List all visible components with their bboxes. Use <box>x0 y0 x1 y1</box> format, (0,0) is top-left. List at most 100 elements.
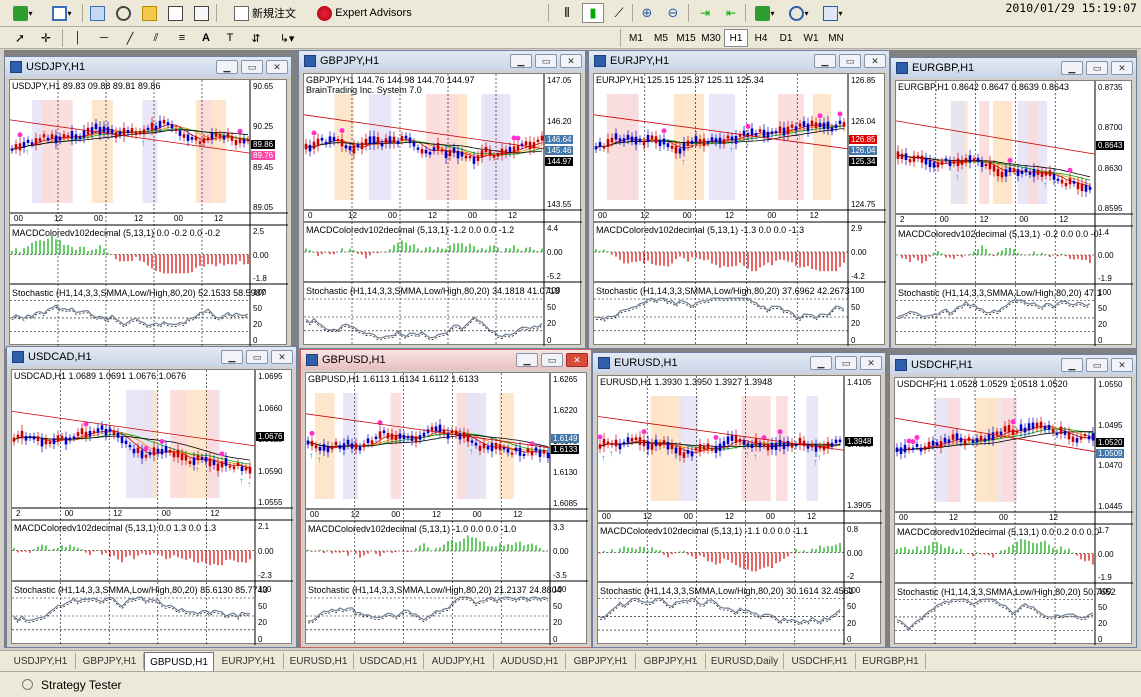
chart-window[interactable]: USDJPY,H1 ▁ ▭ ✕ ↑ ↑ USDJPY,H1 89.83 09.88 89.8… <box>4 56 292 349</box>
window-titlebar[interactable]: GBPUSD,H1 ▁ ▭ ✕ <box>301 350 591 370</box>
chart-canvas[interactable]: ↑ ↑ ↑ ↑ EURJPY,H1 125.15 125.37 125.11 125.3… <box>593 73 886 346</box>
channel-tool[interactable]: ⫽ <box>146 28 166 48</box>
text-tool[interactable]: A <box>196 28 216 48</box>
window-titlebar[interactable]: EURGBP,H1 ▁ ▭ ✕ <box>891 58 1136 78</box>
candlestick-button[interactable]: ▮ <box>582 3 604 23</box>
timeframe-m30[interactable]: M30 <box>699 29 723 47</box>
timeframe-m15[interactable]: M15 <box>674 29 698 47</box>
close-button[interactable]: ✕ <box>1111 358 1133 372</box>
maximize-button[interactable]: ▭ <box>835 356 857 370</box>
tester-button[interactable] <box>190 3 212 23</box>
vertical-line-tool[interactable]: │ <box>68 28 88 48</box>
chart-canvas[interactable]: USDCHF,H1 1.0528 1.0529 1.0518 1.0520 1.0… <box>894 377 1133 645</box>
minimize-button[interactable]: ▁ <box>221 350 243 364</box>
maximize-button[interactable]: ▭ <box>541 353 563 367</box>
fibonacci-tool[interactable]: ≡ <box>172 28 192 48</box>
timeframe-m5[interactable]: M5 <box>649 29 673 47</box>
trendline-tool[interactable]: ╱ <box>120 28 140 48</box>
navigator-button[interactable] <box>112 3 134 23</box>
chart-tab[interactable]: GBPJPY,H1 <box>76 653 144 669</box>
chart-tab[interactable]: USDCHF,H1 <box>784 653 856 669</box>
bar-chart-button[interactable]: ⫴ <box>556 3 578 23</box>
timeframe-d1[interactable]: D1 <box>774 29 798 47</box>
minimize-button[interactable]: ▁ <box>810 356 832 370</box>
timeframe-h4[interactable]: H4 <box>749 29 773 47</box>
maximize-button[interactable]: ▭ <box>1086 358 1108 372</box>
expert-advisors-button[interactable]: Expert Advisors <box>312 3 417 23</box>
window-titlebar[interactable]: GBPJPY,H1 ▁ ▭ ✕ <box>299 51 585 71</box>
timeframe-w1[interactable]: W1 <box>799 29 823 47</box>
chart-window[interactable]: USDCAD,H1 ▁ ▭ ✕ ↑ ↑ ↑ USDCAD,H1 1.0689 1.0691 1… <box>6 346 297 648</box>
market-watch-button[interactable] <box>86 3 108 23</box>
label-tool[interactable]: T <box>220 28 240 48</box>
chart-canvas[interactable]: ↑ GBPJPY,H1 144.76 144.98 144.70 144.97 Br… <box>303 73 582 346</box>
minimize-button[interactable]: ▁ <box>814 54 836 68</box>
maximize-button[interactable]: ▭ <box>535 54 557 68</box>
chart-window[interactable]: EURGBP,H1 ▁ ▭ ✕ ↑ ↑ EURGBP,H1 0.8642 0.8647 0.… <box>890 57 1137 349</box>
chart-tab[interactable]: EURJPY,H1 <box>214 653 284 669</box>
chart-tab[interactable]: AUDUSD,H1 <box>494 653 566 669</box>
new-chart-button[interactable]: ▾ <box>6 3 40 23</box>
close-button[interactable]: ✕ <box>860 356 882 370</box>
horizontal-line-tool[interactable]: ─ <box>94 28 114 48</box>
minimize-button[interactable]: ▁ <box>510 54 532 68</box>
maximize-button[interactable]: ▭ <box>839 54 861 68</box>
close-button[interactable]: ✕ <box>266 60 288 74</box>
profiles-button[interactable]: ▾ <box>46 3 78 23</box>
minimize-button[interactable]: ▁ <box>1061 358 1083 372</box>
close-button[interactable]: ✕ <box>864 54 886 68</box>
arrow-tool[interactable]: ⇵ <box>246 28 266 48</box>
close-button[interactable]: ✕ <box>560 54 582 68</box>
maximize-button[interactable]: ▭ <box>241 60 263 74</box>
auto-scroll-button[interactable]: ⇥ <box>694 3 716 23</box>
close-button[interactable]: ✕ <box>271 350 293 364</box>
terminal-button[interactable] <box>164 3 186 23</box>
chart-tab[interactable]: USDCAD,H1 <box>354 653 424 669</box>
periods-button[interactable]: ▾ <box>784 3 814 23</box>
crosshair-tool[interactable]: ✛ <box>36 28 56 48</box>
chart-window[interactable]: GBPJPY,H1 ▁ ▭ ✕ ↑ GBPJPY,H1 144.76 144.98 144… <box>298 50 586 349</box>
timeframe-h1[interactable]: H1 <box>724 29 748 47</box>
indicators-button[interactable]: ▾ <box>750 3 780 23</box>
chart-tab[interactable]: GBPJPY,H1 <box>566 653 636 669</box>
chart-shift-button[interactable]: ⇤ <box>720 3 742 23</box>
minimize-button[interactable]: ▁ <box>1061 61 1083 75</box>
window-titlebar[interactable]: USDCHF,H1 ▁ ▭ ✕ <box>890 355 1136 375</box>
chart-window[interactable]: USDCHF,H1 ▁ ▭ ✕ USDCHF,H1 1.0528 1.0529 1.05… <box>889 354 1137 648</box>
window-titlebar[interactable]: USDCAD,H1 ▁ ▭ ✕ <box>7 347 296 367</box>
chart-window[interactable]: GBPUSD,H1 ▁ ▭ ✕ ↑ ↑ ↑ GBPUSD,H1 1.6113 1.6134 1… <box>300 349 592 648</box>
window-titlebar[interactable]: USDJPY,H1 ▁ ▭ ✕ <box>5 57 291 77</box>
chart-tab[interactable]: AUDJPY,H1 <box>424 653 494 669</box>
chart-canvas[interactable]: ↑ ↑ ↑ USDCAD,H1 1.0689 1.0691 1.0676 1.0676… <box>11 369 293 645</box>
chart-tab[interactable]: EURUSD,H1 <box>284 653 354 669</box>
chart-tab[interactable]: GBPJPY,H1 <box>636 653 706 669</box>
maximize-button[interactable]: ▭ <box>1086 61 1108 75</box>
chart-window[interactable]: EURUSD,H1 ▁ ▭ ✕ ↑ ↑ ↑ ↑ ↑ ↑ EURUSD,H1 1.3930 1.395… <box>592 352 886 648</box>
chart-tab[interactable]: EURUSD,Daily <box>706 653 784 669</box>
timeframe-mn[interactable]: MN <box>824 29 848 47</box>
chart-tab[interactable]: EURGBP,H1 <box>856 653 926 669</box>
templates-button[interactable]: ▾ <box>818 3 848 23</box>
zoom-out-button[interactable]: ⊖ <box>662 3 684 23</box>
close-button[interactable]: ✕ <box>1111 61 1133 75</box>
chart-tab[interactable]: GBPUSD,H1 <box>144 652 214 671</box>
chart-canvas[interactable]: ↑ ↑ ↑ ↑ ↑ ↑ EURUSD,H1 1.3930 1.3950 1.3927 1.3… <box>597 375 882 645</box>
chart-canvas[interactable]: ↑ ↑ EURGBP,H1 0.8642 0.8647 0.8639 0.8643 0… <box>895 80 1133 346</box>
chart-canvas[interactable]: ↑ ↑ USDJPY,H1 89.83 09.88 89.81 89.86 90.65… <box>9 79 288 346</box>
chart-tab[interactable]: USDJPY,H1 <box>6 653 76 669</box>
minimize-button[interactable]: ▁ <box>216 60 238 74</box>
close-button[interactable]: ✕ <box>566 353 588 367</box>
shapes-tool[interactable]: ↳▾ <box>272 28 302 48</box>
favorites-button[interactable] <box>138 3 160 23</box>
chart-canvas[interactable]: ↑ ↑ ↑ GBPUSD,H1 1.6113 1.6134 1.6112 1.6133… <box>305 372 588 645</box>
line-chart-button[interactable]: ⟋ <box>608 3 630 23</box>
timeframe-m1[interactable]: M1 <box>624 29 648 47</box>
window-titlebar[interactable]: EURUSD,H1 ▁ ▭ ✕ <box>593 353 885 373</box>
cursor-tool[interactable]: ➚ <box>10 28 30 48</box>
minimize-button[interactable]: ▁ <box>516 353 538 367</box>
strategy-tester-label[interactable]: Strategy Tester <box>41 678 121 692</box>
chart-window[interactable]: EURJPY,H1 ▁ ▭ ✕ ↑ ↑ ↑ ↑ EURJPY,H1 125.15 125.37 … <box>588 50 890 349</box>
maximize-button[interactable]: ▭ <box>246 350 268 364</box>
new-order-button[interactable]: 新規注文 <box>220 3 310 23</box>
window-titlebar[interactable]: EURJPY,H1 ▁ ▭ ✕ <box>589 51 889 71</box>
